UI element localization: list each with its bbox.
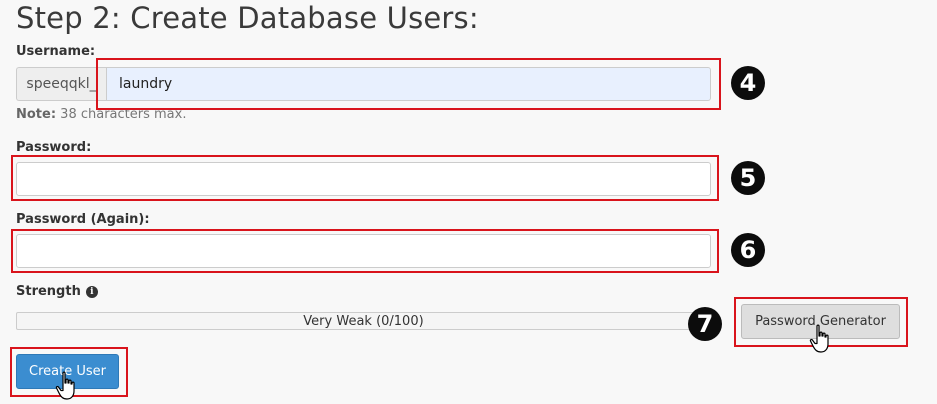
username-input[interactable] <box>106 67 711 101</box>
step-5-badge: 5 <box>731 161 765 195</box>
strength-label-row: Strength i <box>16 284 98 299</box>
password-again-label: Password (Again): <box>16 212 150 227</box>
strength-meter: Very Weak (0/100) <box>16 312 711 330</box>
step-4-badge: 4 <box>731 66 765 100</box>
strength-label: Strength <box>16 284 81 299</box>
step-6-badge: 6 <box>731 233 765 267</box>
password-generator-button[interactable]: Password Generator <box>741 304 900 339</box>
password-input[interactable] <box>16 162 711 196</box>
username-label: Username: <box>16 44 96 59</box>
note-label: Note: <box>16 107 57 122</box>
username-note: Note: 38 characters max. <box>16 107 186 122</box>
note-text: 38 characters max. <box>56 107 187 122</box>
username-prefix: speeqqkl_ <box>16 67 106 101</box>
password-again-input[interactable] <box>16 234 711 268</box>
strength-text: Very Weak (0/100) <box>303 313 424 329</box>
step-7-badge: 7 <box>688 307 722 341</box>
create-user-button[interactable]: Create User <box>16 354 119 389</box>
page-title: Step 2: Create Database Users: <box>16 1 479 35</box>
password-label: Password: <box>16 140 92 155</box>
info-circle-icon[interactable]: i <box>85 285 98 298</box>
username-input-group: speeqqkl_ <box>16 67 711 101</box>
